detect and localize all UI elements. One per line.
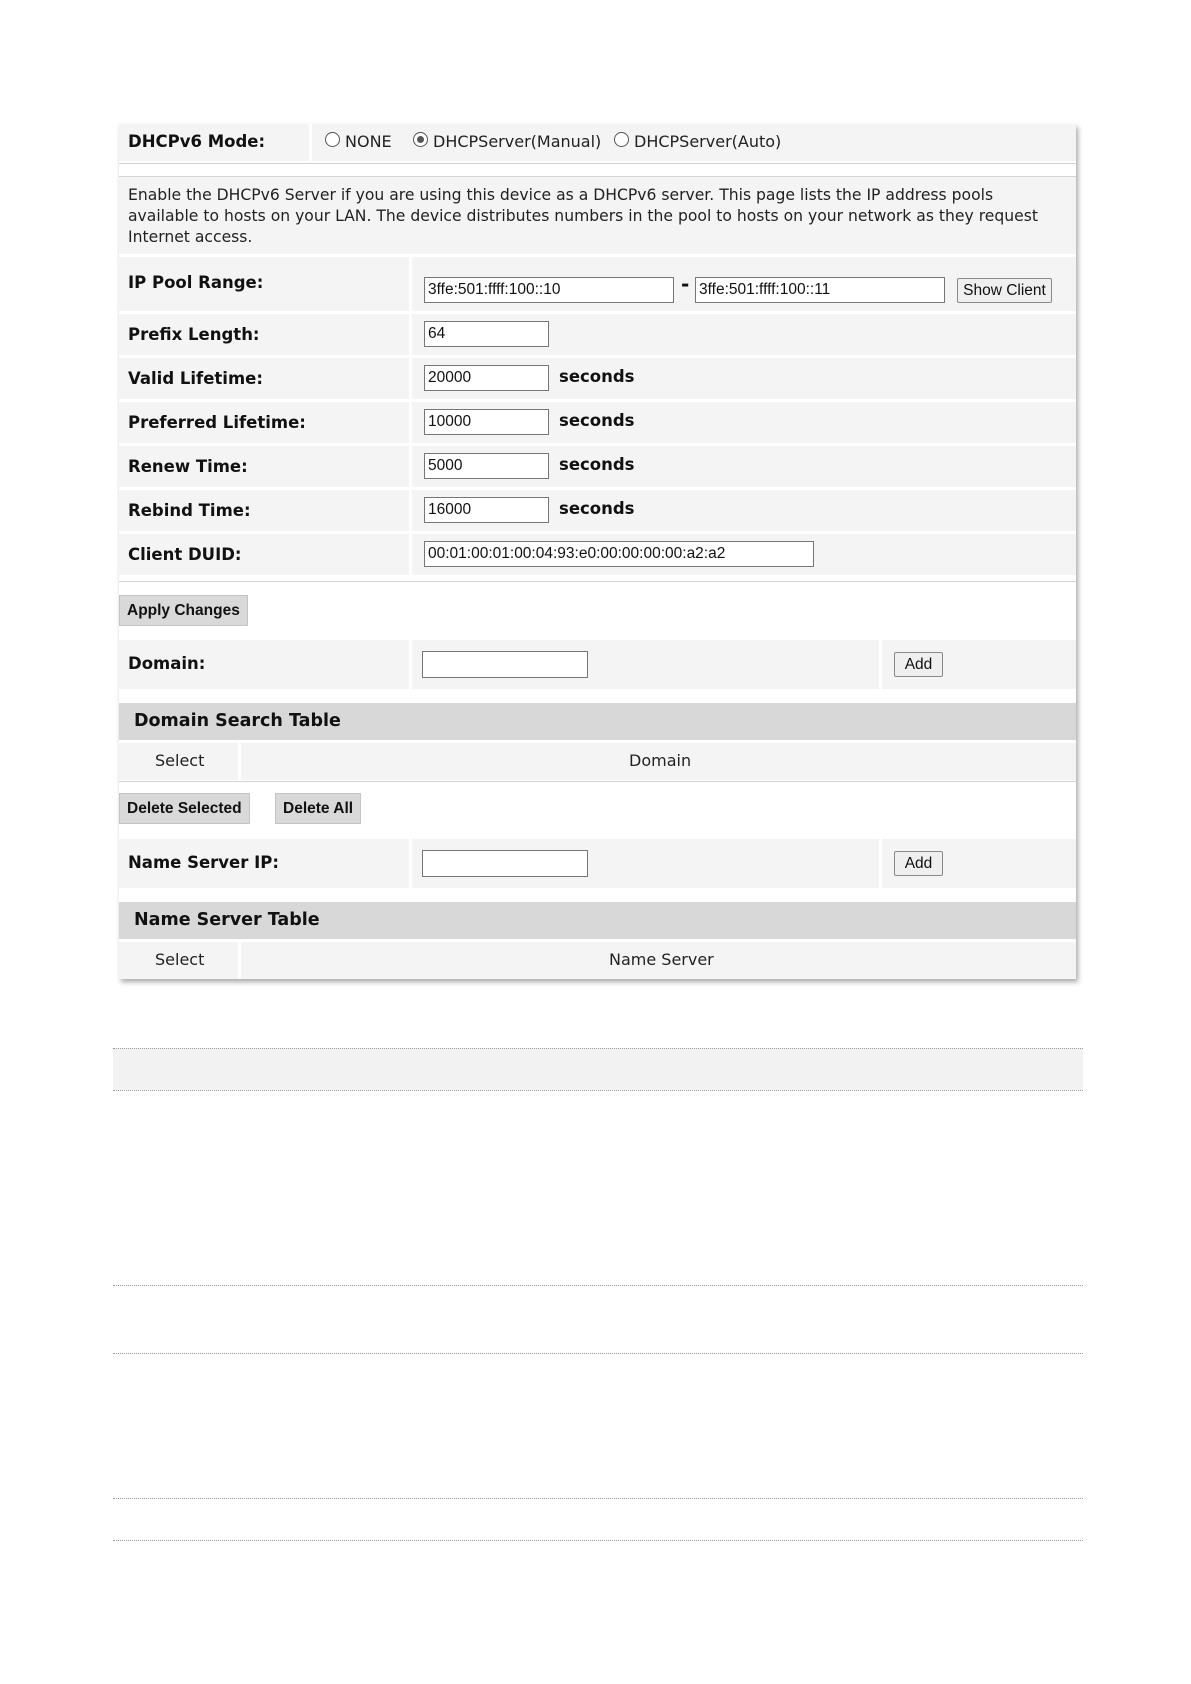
prefix-length-row: Prefix Length: (119, 314, 1076, 355)
range-separator: - (681, 272, 690, 296)
preferred-lifetime-row: Preferred Lifetime: seconds (119, 402, 1076, 443)
divider (119, 781, 1076, 782)
ip-pool-start-input[interactable] (424, 277, 674, 303)
ip-pool-label: IP Pool Range: (128, 273, 264, 292)
name-server-ip-row: Name Server IP: Add (119, 839, 1076, 888)
divider (119, 581, 1076, 582)
prefix-length-input[interactable] (424, 321, 549, 347)
column-divider (409, 257, 412, 311)
name-server-add-button[interactable]: Add (894, 851, 943, 876)
radio-dhcpserver-auto-label: DHCPServer(Auto) (634, 132, 782, 151)
radio-dhcpserver-manual[interactable] (413, 132, 428, 147)
column-divider (309, 124, 312, 161)
renew-time-label: Renew Time: (128, 457, 248, 476)
domain-row: Domain: Add (119, 640, 1076, 689)
ip-pool-row: IP Pool Range: - Show Client (119, 257, 1076, 311)
delete-selected-button[interactable]: Delete Selected (119, 793, 250, 824)
description-row: Enable the DHCPv6 Server if you are usin… (119, 177, 1076, 254)
valid-lifetime-label: Valid Lifetime: (128, 369, 263, 388)
radio-dhcpserver-manual-label: DHCPServer(Manual) (433, 132, 602, 151)
domain-table-domain-header: Domain (629, 751, 692, 770)
domain-input[interactable] (422, 651, 588, 678)
radio-none-label: NONE (345, 132, 392, 151)
valid-lifetime-row: Valid Lifetime: seconds (119, 358, 1076, 399)
column-divider (409, 314, 412, 355)
divider (119, 163, 1076, 164)
dotted-divider (113, 1540, 1083, 1541)
description-text: Enable the DHCPv6 Server if you are usin… (128, 186, 1038, 246)
ip-pool-end-input[interactable] (695, 277, 945, 303)
client-duid-row: Client DUID: (119, 534, 1076, 575)
dotted-divider (113, 1048, 1083, 1049)
dotted-divider (113, 1285, 1083, 1286)
domain-search-table-header: Domain Search Table (119, 703, 1076, 740)
name-server-table-header: Name Server Table (119, 902, 1076, 939)
client-duid-label: Client DUID: (128, 545, 242, 564)
rebind-time-input[interactable] (424, 497, 549, 523)
dotted-divider (113, 1090, 1083, 1091)
column-divider (409, 839, 412, 888)
valid-lifetime-unit: seconds (559, 367, 635, 386)
column-divider (409, 446, 412, 487)
domain-search-table-title: Domain Search Table (134, 711, 341, 731)
mode-row: DHCPv6 Mode: NONE DHCPServer(Manual) DHC… (119, 124, 1076, 161)
show-client-button[interactable]: Show Client (957, 278, 1052, 303)
name-server-ip-label: Name Server IP: (128, 853, 279, 872)
name-server-table-name-server-header: Name Server (609, 950, 714, 969)
prefix-length-label: Prefix Length: (128, 325, 260, 344)
name-server-table-columns-row: Select Name Server (119, 942, 1076, 979)
rebind-time-label: Rebind Time: (128, 501, 251, 520)
column-divider (238, 743, 241, 780)
dotted-divider (113, 1353, 1083, 1354)
column-divider (879, 640, 882, 689)
name-server-table-select-header: Select (155, 950, 205, 969)
rebind-time-unit: seconds (559, 499, 635, 518)
name-server-table-title: Name Server Table (134, 910, 320, 930)
rebind-time-row: Rebind Time: seconds (119, 490, 1076, 531)
radio-none[interactable] (325, 132, 340, 147)
column-divider (409, 534, 412, 575)
renew-time-input[interactable] (424, 453, 549, 479)
domain-add-button[interactable]: Add (894, 652, 943, 677)
client-duid-input[interactable] (424, 541, 814, 567)
renew-time-row: Renew Time: seconds (119, 446, 1076, 487)
column-divider (409, 490, 412, 531)
delete-all-button[interactable]: Delete All (275, 793, 362, 824)
domain-table-columns-row: Select Domain (119, 743, 1076, 780)
document-table-header-band (113, 1048, 1083, 1090)
column-divider (238, 942, 241, 979)
preferred-lifetime-unit: seconds (559, 411, 635, 430)
name-server-ip-input[interactable] (422, 850, 588, 877)
preferred-lifetime-input[interactable] (424, 409, 549, 435)
preferred-lifetime-label: Preferred Lifetime: (128, 413, 306, 432)
dhcpv6-settings-panel: DHCPv6 Mode: NONE DHCPServer(Manual) DHC… (119, 124, 1076, 979)
dotted-divider (113, 1498, 1083, 1499)
column-divider (409, 402, 412, 443)
column-divider (409, 358, 412, 399)
column-divider (879, 839, 882, 888)
valid-lifetime-input[interactable] (424, 365, 549, 391)
domain-label: Domain: (128, 654, 206, 673)
mode-label: DHCPv6 Mode: (128, 132, 266, 151)
renew-time-unit: seconds (559, 455, 635, 474)
apply-changes-button[interactable]: Apply Changes (119, 595, 248, 626)
domain-table-select-header: Select (155, 751, 205, 770)
radio-dhcpserver-auto[interactable] (614, 132, 629, 147)
column-divider (409, 640, 412, 689)
